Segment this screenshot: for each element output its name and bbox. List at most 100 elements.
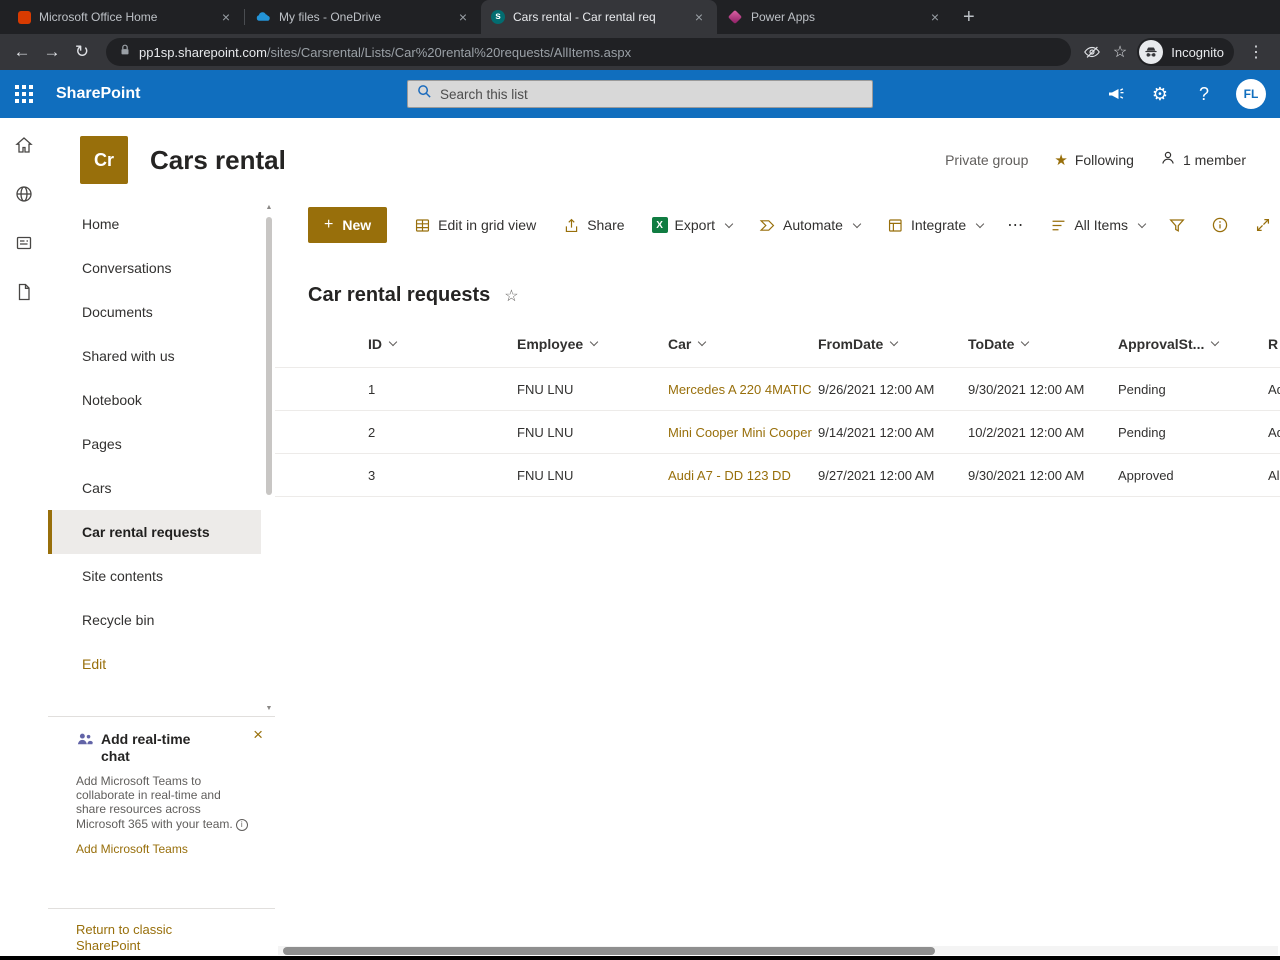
browser-tab-powerapps[interactable]: Power Apps × <box>717 0 953 34</box>
suite-bar: SharePoint ⚙ ? FL <box>0 70 1280 118</box>
account-avatar[interactable]: FL <box>1236 79 1266 109</box>
column-header-approvalstatus[interactable]: ApprovalSt... <box>1118 336 1268 352</box>
column-header-id[interactable]: ID <box>368 336 517 352</box>
cell-car-link[interactable]: Audi A7 - DD 123 DD <box>668 468 818 483</box>
expand-icon[interactable] <box>1252 214 1274 236</box>
eye-blocked-icon[interactable] <box>1081 41 1103 63</box>
automate-button[interactable]: Automate <box>759 217 862 234</box>
chevron-down-icon <box>1211 337 1220 347</box>
list-title: Car rental requests <box>308 284 491 306</box>
news-icon[interactable] <box>2 221 46 265</box>
screen: Microsoft Office Home × My files - OneDr… <box>0 0 1280 960</box>
nav-scrollbar-thumb[interactable] <box>266 217 272 495</box>
close-icon[interactable]: × <box>253 725 263 745</box>
back-button[interactable]: ← <box>8 38 36 66</box>
nav-item-shared-with-us[interactable]: Shared with us <box>48 334 261 378</box>
chevron-down-icon <box>890 337 899 347</box>
column-header-car[interactable]: Car <box>668 336 818 352</box>
cell-fromdate: 9/14/2021 12:00 AM <box>818 424 935 440</box>
table-row[interactable]: 3 FNU LNU Audi A7 - DD 123 DD 9/27/2021 … <box>275 454 1280 497</box>
more-commands-button[interactable]: ⋯ <box>1007 215 1024 235</box>
nav-edit-link[interactable]: Edit <box>48 642 261 686</box>
table-row[interactable]: 1 FNU LNU Mercedes A 220 4MATIC 9/26/202… <box>275 368 1280 411</box>
members-button[interactable]: 1 member <box>1160 150 1246 169</box>
forward-button[interactable]: → <box>38 38 66 66</box>
column-header-r[interactable]: R <box>1268 336 1280 352</box>
teams-icon <box>76 731 93 753</box>
chevron-down-icon <box>1137 219 1147 228</box>
gear-icon[interactable]: ⚙ <box>1148 82 1172 106</box>
nav-item-conversations[interactable]: Conversations <box>48 246 261 290</box>
search-box[interactable] <box>407 80 873 108</box>
browser-tab-onedrive[interactable]: My files - OneDrive × <box>245 0 481 34</box>
nav-item-car-rental-requests[interactable]: Car rental requests <box>48 510 261 554</box>
favorite-star-icon[interactable]: ☆ <box>504 286 518 306</box>
site-logo[interactable]: Cr <box>80 136 128 184</box>
info-icon[interactable]: i <box>235 818 248 831</box>
tab-close-icon[interactable]: × <box>218 9 234 25</box>
new-tab-button[interactable]: + <box>963 6 975 29</box>
scroll-down-icon[interactable]: ▼ <box>263 705 275 712</box>
horizontal-scrollbar-thumb[interactable] <box>283 946 935 955</box>
incognito-badge: Incognito <box>1137 38 1234 66</box>
nav-scrollbar[interactable]: ▲ ▼ <box>263 204 275 712</box>
share-button[interactable]: Share <box>563 217 625 234</box>
column-header-todate[interactable]: ToDate <box>968 336 1118 352</box>
reload-button[interactable]: ↻ <box>68 38 96 66</box>
view-selector[interactable]: All Items <box>1050 217 1147 234</box>
nav-item-home[interactable]: Home <box>48 202 261 246</box>
edit-in-grid-view-button[interactable]: Edit in grid view <box>414 217 536 234</box>
globe-icon[interactable] <box>2 172 46 216</box>
chevron-down-icon <box>698 337 707 347</box>
excel-icon: X <box>651 217 668 233</box>
following-star-icon: ★ <box>1054 151 1068 169</box>
main-content: + New Edit in grid view Share X Export A… <box>275 202 1280 947</box>
url-path: /sites/Carsrental/Lists/Car%20rental%20r… <box>266 44 632 60</box>
command-bar-right: All Items <box>1050 214 1274 236</box>
plus-icon: + <box>324 216 334 233</box>
info-icon[interactable] <box>1209 214 1231 236</box>
following-button[interactable]: ★ Following <box>1054 151 1134 169</box>
cell-id: 1 <box>368 381 376 397</box>
nav-item-cars[interactable]: Cars <box>48 466 261 510</box>
return-to-classic-link[interactable]: Return to classic SharePoint <box>76 922 206 955</box>
new-button[interactable]: + New <box>308 207 388 243</box>
lock-icon <box>118 43 132 62</box>
app-launcher-icon[interactable] <box>0 70 48 118</box>
tab-close-icon[interactable]: × <box>455 9 471 25</box>
cell-car-link[interactable]: Mini Cooper Mini Cooper <box>668 425 818 440</box>
cell-car-link[interactable]: Mercedes A 220 4MATIC <box>668 382 818 397</box>
table-row[interactable]: 2 FNU LNU Mini Cooper Mini Cooper 9/14/2… <box>275 411 1280 454</box>
nav-item-recycle-bin[interactable]: Recycle bin <box>48 598 261 642</box>
nav-item-pages[interactable]: Pages <box>48 422 261 466</box>
office-favicon <box>18 10 31 24</box>
browser-tab-office[interactable]: Microsoft Office Home × <box>8 0 244 34</box>
home-icon[interactable] <box>2 123 46 167</box>
search-input[interactable] <box>440 86 863 102</box>
help-icon[interactable]: ? <box>1192 82 1216 106</box>
scroll-up-icon[interactable]: ▲ <box>263 204 275 211</box>
column-header-fromdate[interactable]: FromDate <box>818 336 968 352</box>
address-bar[interactable]: pp1sp.sharepoint.com/sites/Carsrental/Li… <box>106 38 1071 66</box>
nav-item-notebook[interactable]: Notebook <box>48 378 261 422</box>
export-button[interactable]: X Export <box>651 217 734 233</box>
add-teams-link[interactable]: Add Microsoft Teams <box>76 842 261 856</box>
chevron-down-icon <box>589 337 599 347</box>
cell-r: Ad <box>1268 381 1280 397</box>
tab-title: Microsoft Office Home <box>39 10 158 24</box>
nav-item-documents[interactable]: Documents <box>48 290 261 334</box>
integrate-button[interactable]: Integrate <box>887 217 985 234</box>
following-label: Following <box>1074 151 1134 168</box>
bookmark-star-icon[interactable]: ☆ <box>1113 42 1127 62</box>
document-icon[interactable] <box>2 270 46 314</box>
column-header-employee[interactable]: Employee <box>517 336 668 352</box>
sharepoint-logo-text[interactable]: SharePoint <box>56 85 140 103</box>
browser-tab-sharepoint-active[interactable]: s Cars rental - Car rental req × <box>481 0 717 34</box>
browser-menu-icon[interactable]: ⋮ <box>1244 42 1268 62</box>
filter-icon[interactable] <box>1166 214 1188 236</box>
nav-item-site-contents[interactable]: Site contents <box>48 554 261 598</box>
megaphone-icon[interactable] <box>1104 82 1128 106</box>
tab-close-icon[interactable]: × <box>927 9 943 25</box>
tab-close-icon[interactable]: × <box>691 9 707 25</box>
horizontal-scrollbar[interactable] <box>278 946 1278 955</box>
